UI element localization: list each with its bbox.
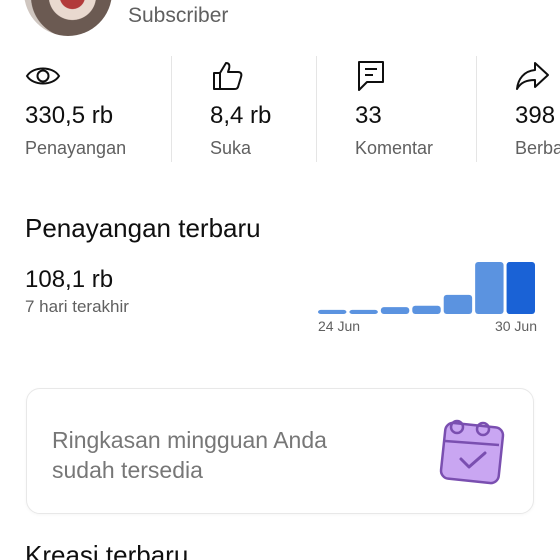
recent-views-value: 108,1 rb: [25, 266, 114, 293]
comment-icon: [358, 61, 384, 91]
calendar-check-icon: [439, 419, 505, 485]
stats-row: 330,5 rb Penayangan 8,4 rb Suka 33 Komen…: [0, 56, 560, 162]
recent-views-title: Penayangan terbaru: [25, 213, 261, 243]
stat-value: 8,4 rb: [210, 102, 272, 129]
weekly-summary-text: Ringkasan mingguan Anda sudah tersedia: [52, 427, 327, 483]
chart-bar: [443, 294, 473, 314]
weekly-summary-card[interactable]: Ringkasan mingguan Anda sudah tersedia: [26, 388, 534, 514]
chart-bar: [380, 307, 410, 314]
stat-label: Berbagi: [515, 138, 560, 158]
recent-views-chart[interactable]: 24 Jun 30 Jun: [316, 258, 540, 338]
x-tick-start: 24 Jun: [318, 318, 360, 334]
chart-bar: [412, 305, 441, 314]
stat-label: Komentar: [355, 138, 434, 158]
stat-value: 330,5 rb: [25, 102, 114, 129]
chart-bar: [506, 262, 535, 314]
stat-value: 33: [355, 102, 382, 129]
stat-label: Suka: [210, 138, 252, 158]
thumbs-up-icon: [213, 62, 243, 90]
x-tick-end: 30 Jun: [495, 318, 537, 334]
recent-views-period: 7 hari terakhir: [25, 297, 129, 316]
stat-value: 398: [515, 102, 556, 129]
stat-label: Penayangan: [25, 138, 127, 158]
channel-avatar[interactable]: [24, 0, 112, 36]
divider: [316, 56, 317, 162]
recent-creations-title: Kreasi terbaru: [25, 540, 189, 560]
chart-bar: [475, 262, 504, 314]
divider: [476, 56, 477, 162]
bar-chart: 24 Jun 30 Jun: [318, 262, 537, 334]
chart-bar: [318, 309, 347, 314]
share-icon: [516, 62, 549, 90]
subscriber-label: Subscriber: [128, 4, 229, 27]
eye-icon: [25, 67, 61, 85]
divider: [171, 56, 172, 162]
chart-bar: [349, 309, 378, 314]
